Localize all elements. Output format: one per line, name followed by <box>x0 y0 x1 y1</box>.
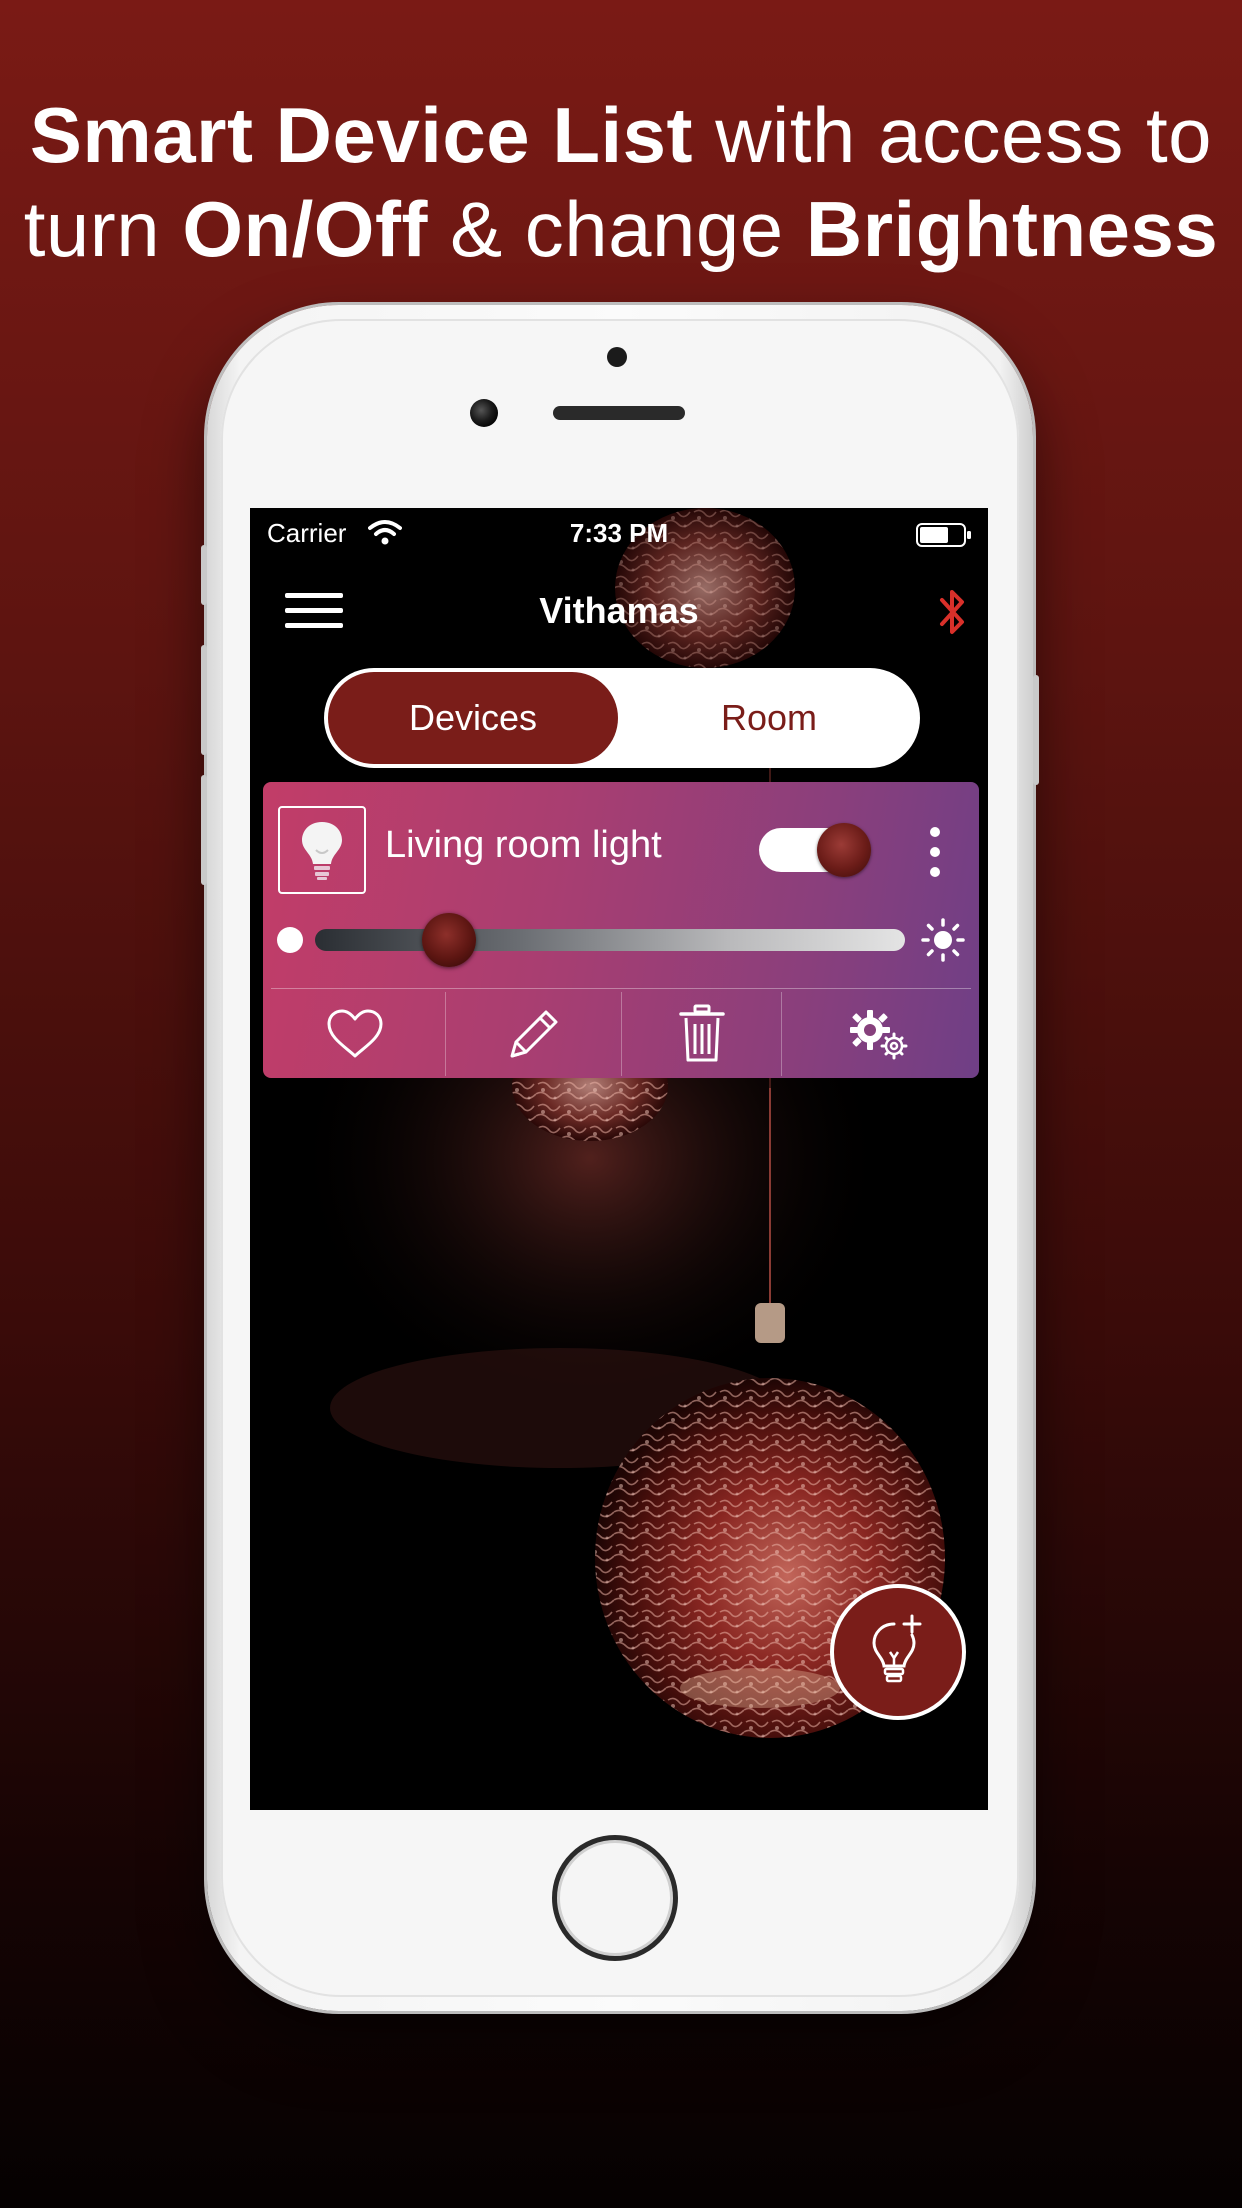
view-segmented-control: Devices Room <box>324 668 920 768</box>
brightness-slider[interactable] <box>315 929 905 951</box>
headline-bold-1: Smart Device List <box>29 91 694 179</box>
headline-normal-2b: & change <box>427 185 806 273</box>
action-separator <box>621 992 622 1076</box>
bluetooth-icon[interactable] <box>938 586 968 638</box>
proximity-sensor <box>607 347 627 367</box>
battery-icon <box>916 523 971 547</box>
tab-room[interactable]: Room <box>622 672 916 764</box>
add-device-button[interactable] <box>830 1584 966 1720</box>
headline: Smart Device List with access to turn On… <box>0 88 1242 276</box>
settings-button[interactable] <box>783 990 975 1078</box>
bulb-icon <box>302 822 342 880</box>
power-button <box>1033 675 1039 785</box>
delete-button[interactable] <box>623 990 781 1078</box>
trash-icon <box>679 1004 725 1062</box>
tab-devices[interactable]: Devices <box>328 672 618 764</box>
headline-normal-1: with access to <box>693 91 1213 179</box>
card-divider <box>271 988 971 989</box>
volume-down-button <box>201 775 207 885</box>
power-toggle[interactable] <box>759 823 871 877</box>
status-bar: Carrier 7:33 PM <box>250 508 988 560</box>
volume-up-button <box>201 645 207 755</box>
heart-icon <box>327 1009 383 1058</box>
headline-normal-2a: turn <box>23 185 183 273</box>
brightness-slider-handle[interactable] <box>422 913 477 967</box>
app-screen: Carrier 7:33 PM Vithamas Devices Room Li… <box>250 508 988 1810</box>
earpiece-speaker <box>553 406 685 420</box>
app-title: Vithamas <box>539 590 699 631</box>
device-card: Living room light <box>263 782 979 1078</box>
gears-icon <box>850 1010 908 1060</box>
action-separator <box>781 992 782 1076</box>
device-icon-box <box>278 806 366 894</box>
headline-bold-2b: Brightness <box>805 185 1219 273</box>
headline-bold-2a: On/Off <box>182 185 428 273</box>
action-separator <box>445 992 446 1076</box>
favorite-button[interactable] <box>267 990 443 1078</box>
headline-line-2: turn On/Off & change Brightness <box>0 182 1242 276</box>
mute-switch <box>201 545 207 605</box>
status-time: 7:33 PM <box>569 518 669 548</box>
edit-button[interactable] <box>447 990 621 1078</box>
power-toggle-knob[interactable] <box>817 823 871 877</box>
sun-icon <box>921 918 965 962</box>
home-button[interactable] <box>552 1835 678 1961</box>
more-vertical-icon[interactable] <box>925 824 945 880</box>
brightness-min-indicator <box>277 927 303 953</box>
device-name: Living room light <box>385 824 662 866</box>
add-bulb-icon <box>872 1614 922 1683</box>
headline-line-1: Smart Device List with access to <box>0 88 1242 182</box>
front-camera <box>470 399 498 427</box>
pencil-icon <box>510 1010 558 1058</box>
